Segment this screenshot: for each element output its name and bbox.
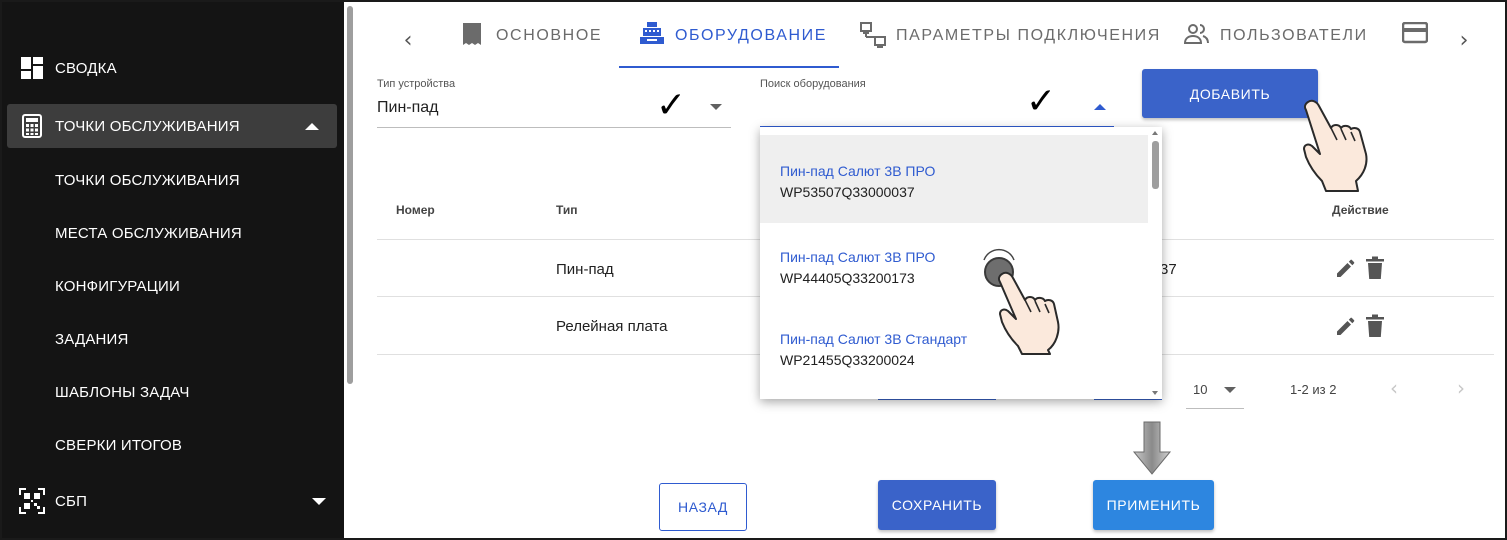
option-name: Пин-пад Салют 3В ПРО xyxy=(780,249,936,265)
sidebar-subitem-configurations[interactable]: Конфигурации xyxy=(55,278,180,295)
table-header-number: Номер xyxy=(396,203,435,217)
sidebar-item-dashboard[interactable]: Сводка xyxy=(2,46,344,90)
sidebar-subitem-tasks[interactable]: Задания xyxy=(55,331,129,348)
table-cell-type: Пин-пад xyxy=(556,261,614,278)
search-label: Поиск оборудования xyxy=(760,78,866,90)
page-scrollbar[interactable] xyxy=(347,6,353,384)
apply-button[interactable]: Применить xyxy=(1093,480,1214,530)
sidebar-subitem-service-points[interactable]: Точки обслуживания xyxy=(55,172,240,189)
dropdown-scroll-thumb[interactable] xyxy=(1152,141,1159,189)
chevron-up-icon[interactable] xyxy=(305,122,319,130)
save-button[interactable]: Сохранить xyxy=(878,480,996,530)
arrow-down-icon xyxy=(1132,421,1172,475)
dashboard-icon xyxy=(19,55,45,81)
tabs-scroll-right-icon[interactable]: › xyxy=(1456,28,1472,53)
prev-page-icon[interactable]: ‹ xyxy=(1390,376,1398,400)
tab-connection-params[interactable]: Параметры подключения xyxy=(860,22,1161,70)
qr-code-icon xyxy=(19,488,45,514)
back-button[interactable]: Назад xyxy=(659,483,747,531)
search-input[interactable] xyxy=(760,99,1010,121)
search-dropdown-icon[interactable] xyxy=(1094,104,1106,110)
table-header-type: Тип xyxy=(556,203,578,217)
click-hand-icon xyxy=(983,248,1060,355)
rows-per-page-select[interactable]: 10 xyxy=(1193,382,1207,397)
checkmark-icon: ✓ xyxy=(1026,81,1057,122)
table-cell-serial: 37 xyxy=(1160,261,1177,278)
sidebar-item-label: СБП xyxy=(55,492,88,510)
tabs-bar: ‹ Основное Оборудование Параметры подклю… xyxy=(360,10,1490,70)
cash-register-icon xyxy=(639,22,665,48)
edit-icon[interactable] xyxy=(1335,315,1355,337)
scroll-up-icon[interactable] xyxy=(1152,131,1158,135)
card-icon xyxy=(1402,22,1428,48)
pointing-hand-icon xyxy=(1303,99,1368,192)
users-icon xyxy=(1184,22,1210,48)
table-header-action: Действие xyxy=(1332,203,1389,217)
tab-equipment[interactable]: Оборудование xyxy=(639,22,827,70)
delete-icon[interactable] xyxy=(1365,256,1385,279)
dropdown-option[interactable]: Пин-пад Салют 3В ПРО WP44405Q33200173 xyxy=(760,223,1148,311)
device-type-dropdown-icon[interactable] xyxy=(710,104,722,110)
sidebar-item-service-points[interactable]: Точки обслуживания xyxy=(7,104,337,148)
tab-general[interactable]: Основное xyxy=(460,22,602,70)
sidebar-item-label: Сводка xyxy=(55,59,117,77)
sidebar-subitem-task-templates[interactable]: Шаблоны задач xyxy=(55,384,190,401)
edit-icon[interactable] xyxy=(1335,257,1355,279)
sidebar-subitem-service-places[interactable]: Места обслуживания xyxy=(55,225,242,242)
sidebar: Сводка Точки обслуживания Точки обслужив… xyxy=(2,2,344,538)
next-page-icon[interactable]: › xyxy=(1457,376,1465,400)
calculator-icon xyxy=(19,113,45,139)
network-icon xyxy=(860,22,886,48)
option-name: Пин-пад Салют 3В Стандарт xyxy=(780,331,968,347)
tab-cards[interactable] xyxy=(1402,22,1438,70)
checkmark-icon: ✓ xyxy=(656,85,687,126)
rows-per-page-underline xyxy=(1186,408,1244,409)
add-button[interactable]: Добавить xyxy=(1142,69,1318,118)
equipment-dropdown: Пин-пад Салют 3В ПРО WP53507Q33000037 Пи… xyxy=(760,127,1162,399)
option-serial: WP53507Q33000037 xyxy=(780,184,915,200)
delete-icon[interactable] xyxy=(1365,314,1385,337)
device-type-label: Тип устройства xyxy=(377,78,456,90)
dropdown-option[interactable]: Пин-пад Салют 3В ПРО WP53507Q33000037 xyxy=(760,135,1148,223)
chevron-down-icon[interactable] xyxy=(312,497,326,505)
dropdown-option[interactable]: Пин-пад Салют 3В Стандарт WP21455Q332000… xyxy=(760,311,1148,399)
device-type-underline xyxy=(377,127,731,128)
sidebar-item-label: Точки обслуживания xyxy=(55,117,240,135)
document-icon xyxy=(460,22,486,48)
pagination-range: 1-2 из 2 xyxy=(1290,382,1337,397)
sidebar-item-sbp[interactable]: СБП xyxy=(2,479,344,523)
active-tab-indicator xyxy=(619,66,839,68)
scroll-down-icon[interactable] xyxy=(1152,391,1158,395)
tabs-scroll-left-icon[interactable]: ‹ xyxy=(400,28,416,53)
option-name: Пин-пад Салют 3В ПРО xyxy=(780,163,936,179)
device-type-select[interactable]: Пин-пад xyxy=(377,99,439,117)
option-serial: WP44405Q33200173 xyxy=(780,270,915,286)
sidebar-subitem-reconciliations[interactable]: Сверки итогов xyxy=(55,437,182,454)
option-serial: WP21455Q33200024 xyxy=(780,352,915,368)
table-cell-type: Релейная плата xyxy=(556,318,668,335)
rows-per-page-dropdown-icon[interactable] xyxy=(1224,387,1236,393)
tab-users[interactable]: Пользователи xyxy=(1184,24,1368,70)
